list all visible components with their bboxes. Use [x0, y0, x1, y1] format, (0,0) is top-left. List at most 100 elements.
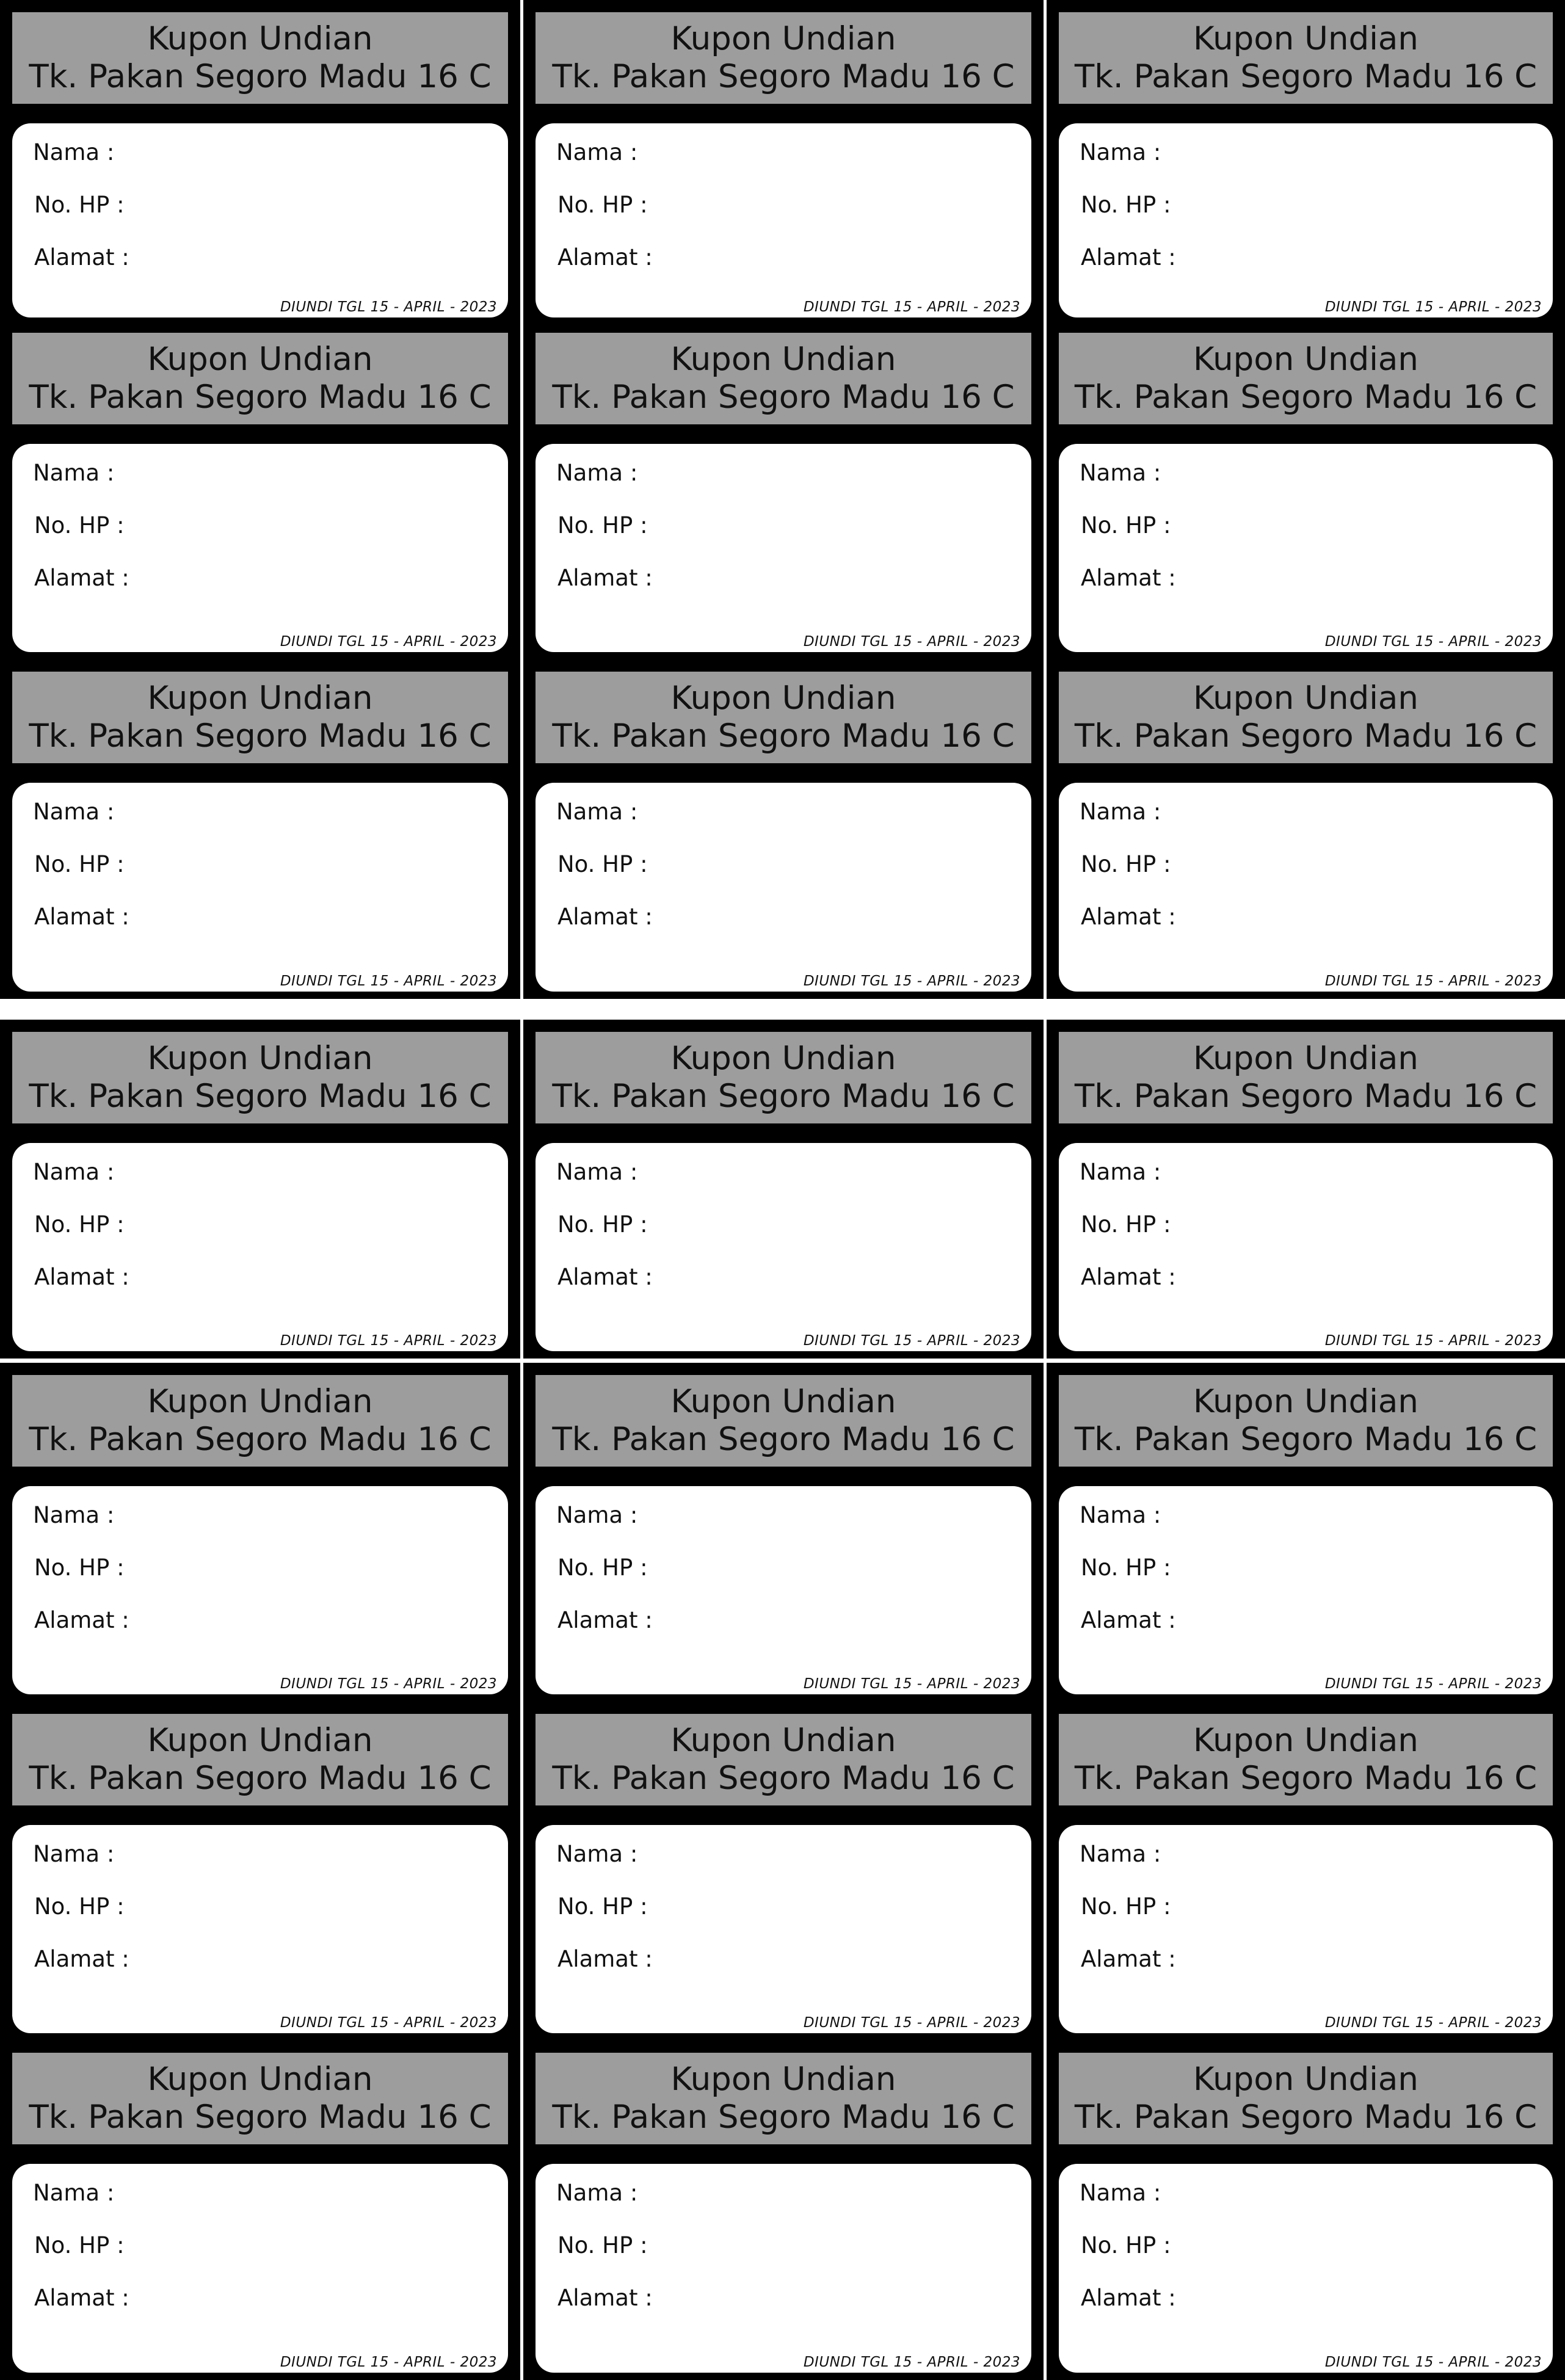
coupon-form: Nama : No. HP : Alamat : DIUNDI TGL 15 -… — [1059, 123, 1553, 317]
coupon-title: Kupon Undian — [147, 20, 373, 57]
phone-field-label: No. HP : — [34, 2232, 125, 2258]
coupon-title: Kupon Undian — [670, 1722, 896, 1759]
name-field-label: Nama : — [33, 1159, 115, 1185]
coupon-form: Nama : No. HP : Alamat : DIUNDI TGL 15 -… — [12, 123, 508, 317]
store-name: Tk. Pakan Segoro Madu 16 C — [29, 1421, 492, 1458]
store-name: Tk. Pakan Segoro Madu 16 C — [29, 2099, 492, 2136]
coupon-form: Nama : No. HP : Alamat : DIUNDI TGL 15 -… — [536, 1486, 1031, 1694]
address-field-label: Alamat : — [557, 1946, 653, 1972]
phone-field-label: No. HP : — [1081, 1893, 1171, 1920]
address-field-label: Alamat : — [557, 2285, 653, 2311]
coupon-title: Kupon Undian — [1193, 2061, 1419, 2098]
store-name: Tk. Pakan Segoro Madu 16 C — [1074, 1421, 1538, 1458]
coupon-title: Kupon Undian — [147, 1383, 373, 1420]
name-field-label: Nama : — [556, 1502, 638, 1528]
address-field-label: Alamat : — [1081, 904, 1176, 930]
phone-field-label: No. HP : — [557, 1893, 648, 1920]
address-field-label: Alamat : — [1081, 565, 1176, 591]
store-name: Tk. Pakan Segoro Madu 16 C — [1074, 2099, 1538, 2136]
coupon-header: Kupon Undian Tk. Pakan Segoro Madu 16 C — [536, 2053, 1031, 2144]
store-name: Tk. Pakan Segoro Madu 16 C — [29, 58, 492, 95]
store-name: Tk. Pakan Segoro Madu 16 C — [552, 379, 1015, 416]
coupon-form: Nama : No. HP : Alamat : DIUNDI TGL 15 -… — [536, 123, 1031, 317]
coupon-title: Kupon Undian — [670, 341, 896, 378]
draw-date-note: DIUNDI TGL 15 - APRIL - 2023 — [1324, 2015, 1542, 2031]
store-name: Tk. Pakan Segoro Madu 16 C — [552, 1421, 1015, 1458]
store-name: Tk. Pakan Segoro Madu 16 C — [552, 1078, 1015, 1115]
coupon-title: Kupon Undian — [1193, 1722, 1419, 1759]
draw-date-note: DIUNDI TGL 15 - APRIL - 2023 — [1324, 1676, 1542, 1692]
name-field-label: Nama : — [1080, 799, 1161, 825]
coupon-header: Kupon Undian Tk. Pakan Segoro Madu 16 C — [1059, 2053, 1553, 2144]
coupon-header: Kupon Undian Tk. Pakan Segoro Madu 16 C — [1059, 333, 1553, 424]
raffle-coupon-2-4-3: Kupon Undian Tk. Pakan Segoro Madu 16 C … — [1047, 2041, 1565, 2380]
raffle-coupon-1-1-1: Kupon Undian Tk. Pakan Segoro Madu 16 C … — [0, 0, 520, 325]
address-field-label: Alamat : — [557, 565, 653, 591]
store-name: Tk. Pakan Segoro Madu 16 C — [1074, 379, 1538, 416]
coupon-header: Kupon Undian Tk. Pakan Segoro Madu 16 C — [536, 672, 1031, 763]
draw-date-note: DIUNDI TGL 15 - APRIL - 2023 — [280, 299, 497, 315]
raffle-coupon-1-2-1: Kupon Undian Tk. Pakan Segoro Madu 16 C … — [0, 321, 520, 659]
address-field-label: Alamat : — [34, 244, 129, 270]
coupon-form: Nama : No. HP : Alamat : DIUNDI TGL 15 -… — [536, 1143, 1031, 1351]
name-field-label: Nama : — [556, 2180, 638, 2206]
coupon-title: Kupon Undian — [1193, 680, 1419, 717]
coupon-header: Kupon Undian Tk. Pakan Segoro Madu 16 C — [12, 672, 508, 763]
coupon-form: Nama : No. HP : Alamat : DIUNDI TGL 15 -… — [536, 783, 1031, 992]
address-field-label: Alamat : — [34, 1946, 129, 1972]
coupon-form: Nama : No. HP : Alamat : DIUNDI TGL 15 -… — [536, 2164, 1031, 2373]
store-name: Tk. Pakan Segoro Madu 16 C — [29, 1078, 492, 1115]
phone-field-label: No. HP : — [1081, 2232, 1171, 2258]
coupon-form: Nama : No. HP : Alamat : DIUNDI TGL 15 -… — [536, 1825, 1031, 2033]
store-name: Tk. Pakan Segoro Madu 16 C — [1074, 1078, 1538, 1115]
draw-date-note: DIUNDI TGL 15 - APRIL - 2023 — [1324, 2354, 1542, 2370]
coupon-form: Nama : No. HP : Alamat : DIUNDI TGL 15 -… — [12, 1486, 508, 1694]
store-name: Tk. Pakan Segoro Madu 16 C — [552, 1760, 1015, 1797]
address-field-label: Alamat : — [34, 904, 129, 930]
address-field-label: Alamat : — [557, 904, 653, 930]
coupon-header: Kupon Undian Tk. Pakan Segoro Madu 16 C — [12, 1375, 508, 1467]
coupon-header: Kupon Undian Tk. Pakan Segoro Madu 16 C — [1059, 672, 1553, 763]
address-field-label: Alamat : — [1081, 2285, 1176, 2311]
coupon-form: Nama : No. HP : Alamat : DIUNDI TGL 15 -… — [1059, 783, 1553, 992]
raffle-coupon-2-4-1: Kupon Undian Tk. Pakan Segoro Madu 16 C … — [0, 2041, 520, 2380]
phone-field-label: No. HP : — [34, 1211, 125, 1238]
coupon-header: Kupon Undian Tk. Pakan Segoro Madu 16 C — [536, 1714, 1031, 1805]
name-field-label: Nama : — [556, 1841, 638, 1867]
coupon-form: Nama : No. HP : Alamat : DIUNDI TGL 15 -… — [536, 444, 1031, 652]
draw-date-note: DIUNDI TGL 15 - APRIL - 2023 — [280, 1333, 497, 1349]
address-field-label: Alamat : — [1081, 1264, 1176, 1290]
coupon-header: Kupon Undian Tk. Pakan Segoro Madu 16 C — [1059, 1375, 1553, 1467]
raffle-coupon-2-2-1: Kupon Undian Tk. Pakan Segoro Madu 16 C … — [0, 1363, 520, 1702]
address-field-label: Alamat : — [1081, 1607, 1176, 1633]
coupon-title: Kupon Undian — [670, 2061, 896, 2098]
raffle-coupon-1-3-1: Kupon Undian Tk. Pakan Segoro Madu 16 C … — [0, 659, 520, 999]
raffle-coupon-2-1-2: Kupon Undian Tk. Pakan Segoro Madu 16 C … — [523, 1020, 1044, 1359]
draw-date-note: DIUNDI TGL 15 - APRIL - 2023 — [803, 2354, 1020, 2370]
draw-date-note: DIUNDI TGL 15 - APRIL - 2023 — [803, 1333, 1020, 1349]
coupon-title: Kupon Undian — [147, 1722, 373, 1759]
draw-date-note: DIUNDI TGL 15 - APRIL - 2023 — [280, 634, 497, 650]
coupon-header: Kupon Undian Tk. Pakan Segoro Madu 16 C — [536, 333, 1031, 424]
raffle-coupon-1-3-3: Kupon Undian Tk. Pakan Segoro Madu 16 C … — [1047, 659, 1565, 999]
coupon-header: Kupon Undian Tk. Pakan Segoro Madu 16 C — [12, 1714, 508, 1805]
name-field-label: Nama : — [556, 460, 638, 486]
draw-date-note: DIUNDI TGL 15 - APRIL - 2023 — [803, 1676, 1020, 1692]
draw-date-note: DIUNDI TGL 15 - APRIL - 2023 — [280, 973, 497, 989]
coupon-title: Kupon Undian — [1193, 20, 1419, 57]
coupon-form: Nama : No. HP : Alamat : DIUNDI TGL 15 -… — [1059, 1143, 1553, 1351]
draw-date-note: DIUNDI TGL 15 - APRIL - 2023 — [803, 973, 1020, 989]
store-name: Tk. Pakan Segoro Madu 16 C — [552, 2099, 1015, 2136]
store-name: Tk. Pakan Segoro Madu 16 C — [29, 1760, 492, 1797]
address-field-label: Alamat : — [557, 244, 653, 270]
coupon-header: Kupon Undian Tk. Pakan Segoro Madu 16 C — [12, 2053, 508, 2144]
raffle-coupon-1-3-2: Kupon Undian Tk. Pakan Segoro Madu 16 C … — [523, 659, 1044, 999]
coupon-title: Kupon Undian — [670, 1040, 896, 1077]
coupon-header: Kupon Undian Tk. Pakan Segoro Madu 16 C — [12, 1032, 508, 1123]
draw-date-note: DIUNDI TGL 15 - APRIL - 2023 — [1324, 1333, 1542, 1349]
name-field-label: Nama : — [33, 1502, 115, 1528]
draw-date-note: DIUNDI TGL 15 - APRIL - 2023 — [803, 2015, 1020, 2031]
address-field-label: Alamat : — [557, 1607, 653, 1633]
coupon-sheet-bottom: Kupon Undian Tk. Pakan Segoro Madu 16 C … — [0, 1020, 1565, 2380]
store-name: Tk. Pakan Segoro Madu 16 C — [1074, 58, 1538, 95]
